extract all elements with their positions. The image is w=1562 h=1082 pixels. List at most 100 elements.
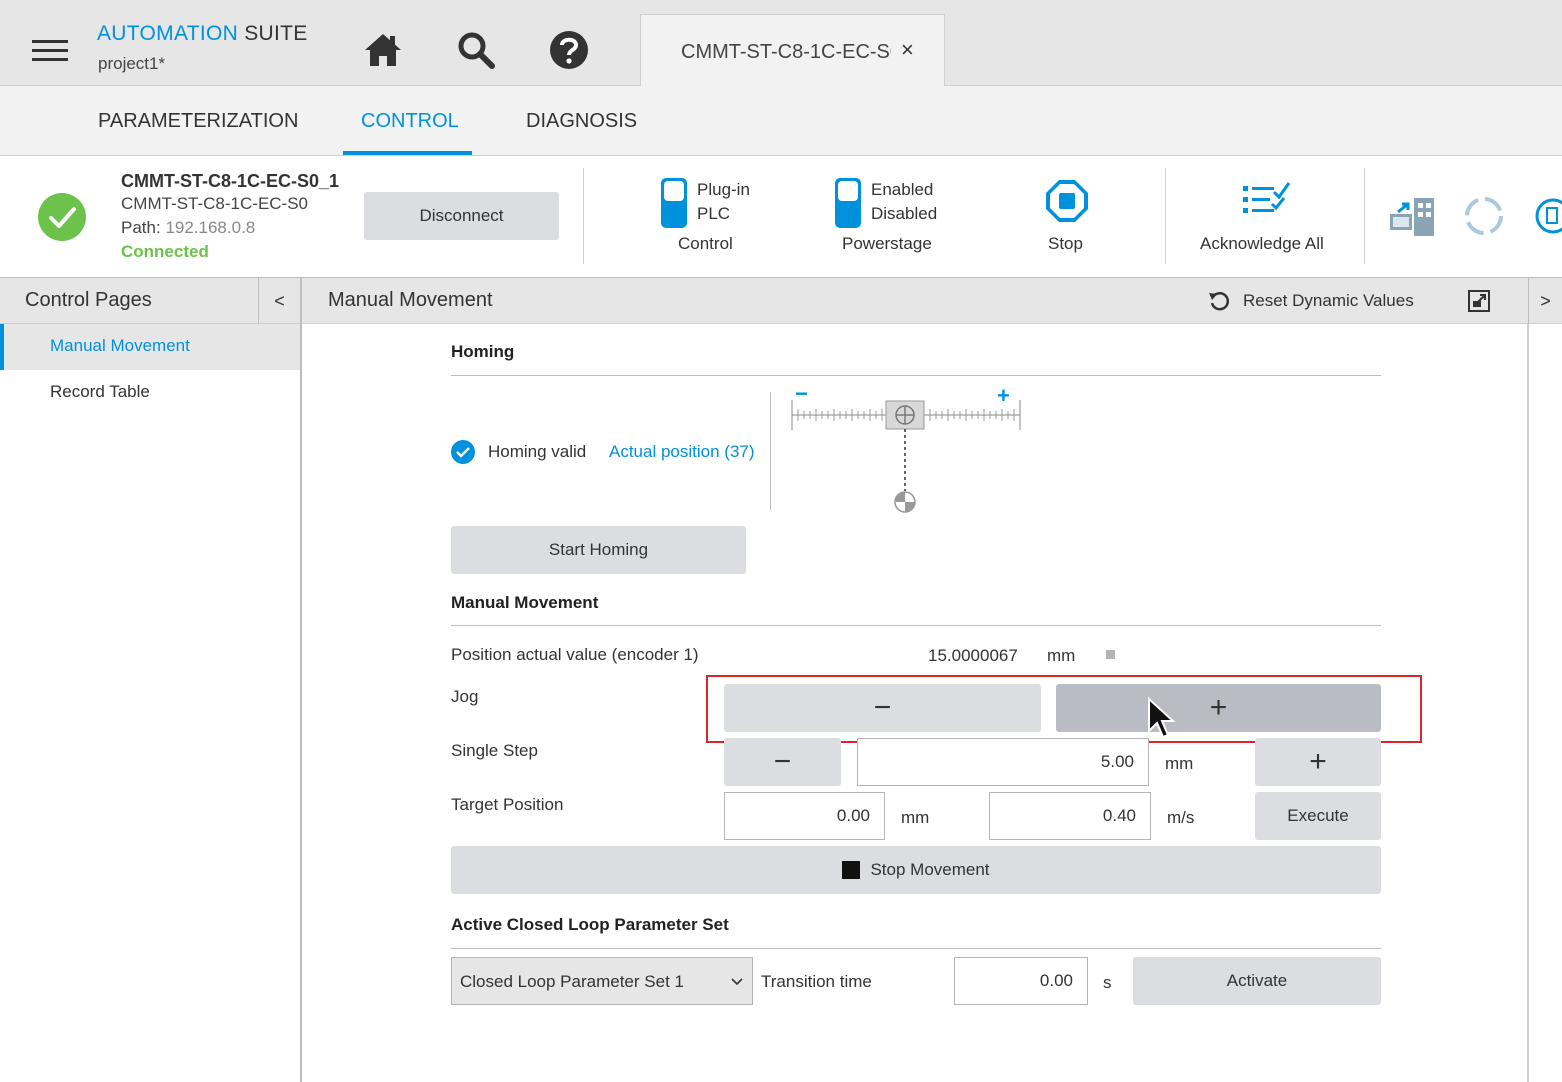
homing-position-diagram: − + xyxy=(790,381,1022,515)
activate-button[interactable]: Activate xyxy=(1133,957,1381,1005)
transition-time-unit: s xyxy=(1103,973,1112,992)
position-actual-unit: mm xyxy=(1047,646,1076,665)
device-info-icon[interactable] xyxy=(1535,198,1562,234)
collapse-panel-button[interactable]: < xyxy=(258,278,300,324)
single-step-label: Single Step xyxy=(451,741,538,760)
velocity-unit: m/s xyxy=(1167,808,1195,827)
control-page-label: Record Table xyxy=(50,382,150,401)
section-divider xyxy=(451,625,1381,626)
hamburger-menu-icon[interactable] xyxy=(32,40,68,61)
divider xyxy=(770,392,771,510)
single-step-input[interactable]: 5.00 xyxy=(857,738,1149,786)
powerstage-caption: Powerstage xyxy=(842,234,932,253)
transition-time-label: Transition time xyxy=(761,972,872,991)
disconnect-button[interactable]: Disconnect xyxy=(364,192,559,240)
stop-square-icon xyxy=(842,861,861,879)
stop-movement-label: Stop Movement xyxy=(870,860,990,879)
tab-parameterization[interactable]: PARAMETERIZATION xyxy=(98,110,298,133)
control-option-plugin: Plug-in xyxy=(697,180,750,199)
section-divider xyxy=(451,375,1381,376)
divider xyxy=(1364,168,1365,264)
single-step-unit: mm xyxy=(1165,754,1194,773)
divider xyxy=(583,168,584,264)
page-title: Manual Movement xyxy=(328,289,493,311)
active-tab-indicator xyxy=(343,151,472,155)
homing-valid-label: Homing valid xyxy=(488,442,587,461)
status-indicator xyxy=(1106,650,1115,659)
device-path: Path: 192.168.0.8 xyxy=(121,218,255,238)
control-pages-panel: Control Pages < Manual Movement Record T… xyxy=(0,278,302,1082)
divider xyxy=(1165,168,1166,264)
execute-button[interactable]: Execute xyxy=(1255,792,1381,840)
stop-icon[interactable] xyxy=(1044,178,1090,224)
toggle-knob xyxy=(838,181,858,201)
target-position-label: Target Position xyxy=(451,795,564,814)
help-icon[interactable] xyxy=(547,28,591,72)
acknowledge-all-icon[interactable] xyxy=(1240,180,1292,220)
expand-right-panel-button[interactable]: > xyxy=(1528,278,1562,324)
single-step-plus-button[interactable]: + xyxy=(1255,738,1381,786)
target-position-input[interactable]: 0.00 xyxy=(724,792,885,840)
reset-dynamic-values-button[interactable]: Reset Dynamic Values xyxy=(1196,278,1456,324)
powerstage-option-disabled: Disabled xyxy=(871,204,938,223)
powerstage-option-enabled: Enabled xyxy=(871,180,934,199)
position-actual-value: 15.0000067 xyxy=(928,646,1018,665)
app-header: AUTOMATION SUITE project1* CMMT-ST-C8-1C… xyxy=(0,0,1562,86)
popout-icon[interactable] xyxy=(1466,288,1492,314)
target-position-unit: mm xyxy=(901,808,930,827)
main-header: Manual Movement Reset Dynamic Values > xyxy=(302,278,1562,324)
closed-loop-set-selected: Closed Loop Parameter Set 1 xyxy=(460,972,684,991)
actual-position-link[interactable]: Actual position (37) xyxy=(609,442,755,462)
closed-loop-section-title: Active Closed Loop Parameter Set xyxy=(451,915,729,934)
tab-control[interactable]: CONTROL xyxy=(361,110,459,133)
manual-movement-section-title: Manual Movement xyxy=(451,593,599,612)
stop-movement-button[interactable]: Stop Movement xyxy=(451,846,1381,894)
device-type: CMMT-ST-C8-1C-EC-S0 xyxy=(121,194,309,213)
tab-diagnosis[interactable]: DIAGNOSIS xyxy=(526,110,637,133)
control-caption: Control xyxy=(678,234,733,253)
app-title: AUTOMATION SUITE xyxy=(97,22,308,46)
device-tab-label: CMMT-ST-C8-1C-EC-S0_1 xyxy=(681,41,891,63)
control-pages-title: Control Pages xyxy=(25,289,152,311)
position-actual-label: Position actual value (encoder 1) xyxy=(451,645,699,664)
control-toggle[interactable] xyxy=(661,178,687,228)
control-page-manual-movement[interactable]: Manual Movement xyxy=(0,324,300,370)
reset-dynamic-values-label: Reset Dynamic Values xyxy=(1243,291,1414,310)
connected-check-icon xyxy=(38,193,86,241)
jog-highlight-box xyxy=(706,675,1422,743)
device-name: CMMT-ST-C8-1C-EC-S0_1 xyxy=(121,171,340,191)
home-icon[interactable] xyxy=(361,28,405,72)
acknowledge-all-caption: Acknowledge All xyxy=(1200,234,1324,253)
toggle-knob xyxy=(664,181,684,201)
reset-icon xyxy=(1208,290,1230,312)
control-pages-header: Control Pages < xyxy=(0,278,300,324)
powerstage-toggle[interactable] xyxy=(835,178,861,228)
stop-caption: Stop xyxy=(1048,234,1083,253)
device-bar: CMMT-ST-C8-1C-EC-S0_1 CMMT-ST-C8-1C-EC-S… xyxy=(0,156,1562,278)
homing-valid-check-icon xyxy=(451,440,475,464)
start-homing-button[interactable]: Start Homing xyxy=(451,526,746,574)
velocity-input[interactable]: 0.40 xyxy=(989,792,1151,840)
single-step-minus-button[interactable]: − xyxy=(724,738,841,786)
scale-plus-icon: + xyxy=(997,383,1010,408)
search-icon[interactable] xyxy=(454,28,498,72)
scale-minus-icon: − xyxy=(795,381,808,406)
control-option-plc: PLC xyxy=(697,204,731,223)
chevron-right-icon: > xyxy=(1540,290,1551,311)
nav-bar: PARAMETERIZATION CONTROL DIAGNOSIS xyxy=(0,86,1562,156)
content-right-border xyxy=(1527,324,1529,1082)
device-tab[interactable]: CMMT-ST-C8-1C-EC-S0_1 × xyxy=(640,14,945,86)
chevron-left-icon: < xyxy=(274,290,285,311)
closed-loop-set-dropdown[interactable]: Closed Loop Parameter Set 1 xyxy=(451,957,753,1005)
section-divider xyxy=(451,948,1381,949)
homing-section-title: Homing xyxy=(451,342,515,361)
control-page-record-table[interactable]: Record Table xyxy=(0,370,300,416)
close-tab-icon[interactable]: × xyxy=(901,37,914,63)
device-transfer-icon[interactable] xyxy=(1388,196,1436,240)
connection-status: Connected xyxy=(121,242,209,261)
app-title-rest: SUITE xyxy=(244,22,308,45)
app-title-accent: AUTOMATION xyxy=(97,22,239,45)
device-path-ip: 192.168.0.8 xyxy=(165,218,256,237)
transition-time-input[interactable]: 0.00 xyxy=(954,957,1088,1005)
refresh-icon[interactable] xyxy=(1462,194,1506,238)
